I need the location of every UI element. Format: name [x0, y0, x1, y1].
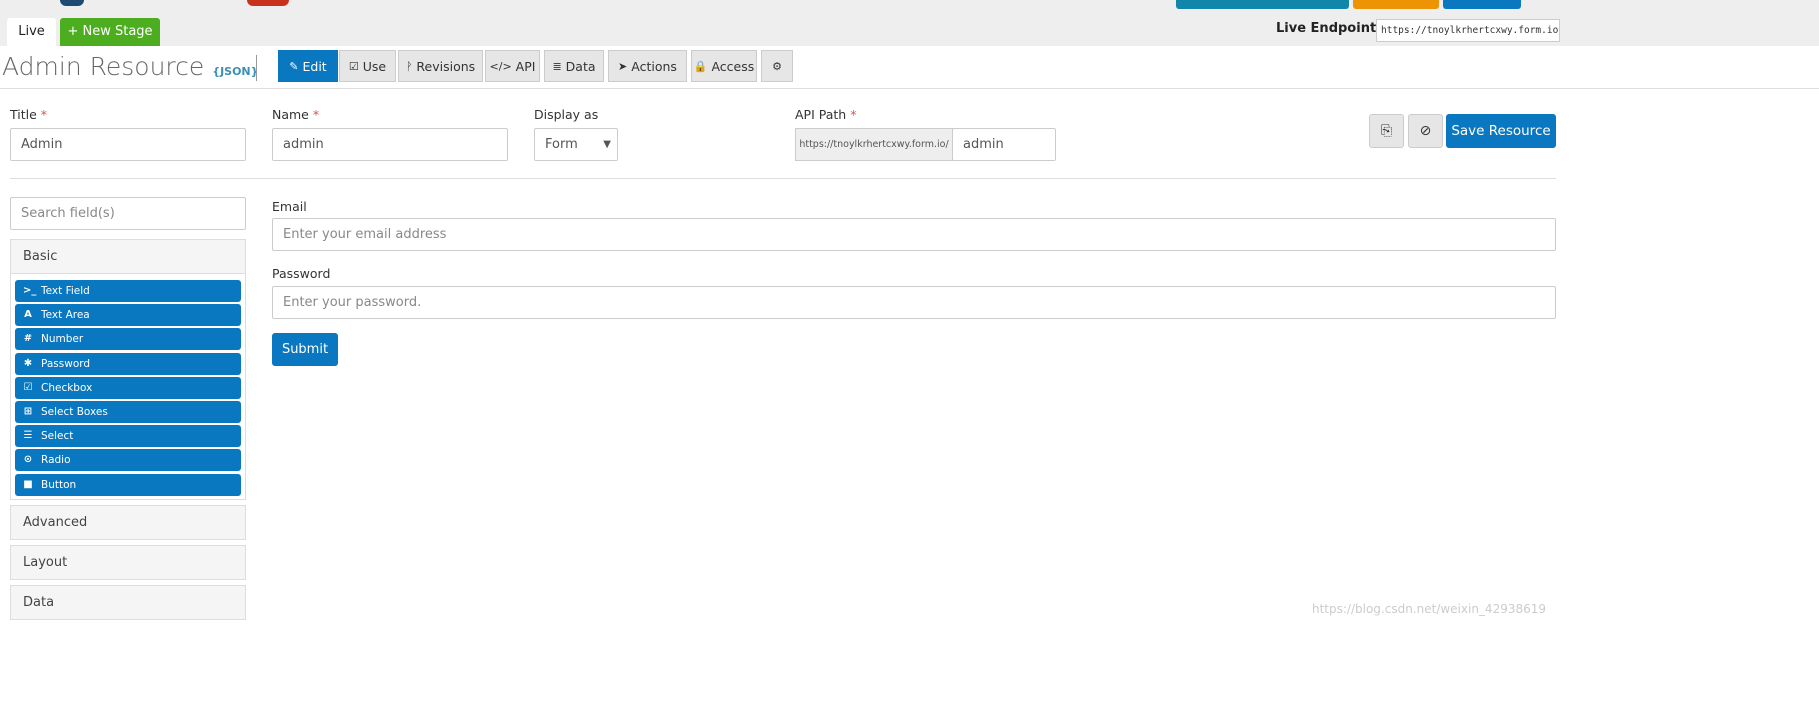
title-input[interactable]: Admin — [10, 128, 246, 161]
tab-use[interactable]: ☑ Use — [339, 50, 396, 82]
tab-actions[interactable]: ➤ Actions — [608, 50, 687, 82]
stage-tab-live[interactable]: Live — [7, 18, 56, 46]
component-label: Button — [41, 478, 77, 491]
top-button-fragment[interactable] — [1353, 0, 1439, 9]
code-icon: </> — [489, 59, 512, 73]
watermark: https://blog.csdn.net/weixin_42938619 — [1312, 602, 1547, 616]
component-label: Radio — [41, 454, 71, 467]
tab-settings[interactable]: ⚙ — [761, 50, 793, 82]
api-path-input[interactable]: admin — [952, 128, 1056, 161]
tab-label: Use — [362, 58, 387, 74]
component-label: Number — [41, 333, 84, 346]
project-badge-fragment — [247, 0, 289, 6]
ban-icon: ⊘ — [1419, 123, 1432, 139]
tab-access[interactable]: 🔒 Access — [691, 50, 757, 82]
password-label: Password — [272, 266, 331, 281]
copy-icon: ⎘ — [1380, 123, 1393, 139]
group-data[interactable]: Data — [10, 585, 246, 620]
page-title: Admin Resource {JSON} — [2, 52, 258, 81]
name-input[interactable]: admin — [272, 128, 508, 161]
email-input[interactable]: Enter your email address — [272, 218, 1556, 251]
check-square-icon: ☑ — [23, 381, 33, 393]
lock-icon: 🔒 — [693, 59, 708, 73]
component-text-field[interactable]: >_ Text Field — [15, 280, 241, 302]
component-label: Select — [41, 430, 74, 443]
json-link[interactable]: {JSON} — [212, 65, 258, 78]
submit-button[interactable]: Submit — [272, 333, 338, 366]
component-checkbox[interactable]: ☑ Checkbox — [15, 376, 241, 399]
chevron-down-icon: ▼ — [603, 139, 611, 150]
component-select[interactable]: ☰ Select — [15, 425, 241, 448]
cancel-button[interactable]: ⊘ — [1408, 114, 1443, 148]
page-title-text: Admin Resource — [2, 52, 205, 81]
divider — [256, 55, 257, 81]
copy-button[interactable]: ⎘ — [1369, 114, 1404, 148]
tab-api[interactable]: </> API — [485, 50, 540, 82]
group-advanced[interactable]: Advanced — [10, 505, 246, 540]
api-path-label: API Path * — [795, 107, 857, 122]
edit-icon: ✎ — [289, 59, 299, 73]
component-label: Select Boxes — [41, 406, 108, 418]
database-icon: ≣ — [552, 59, 562, 73]
email-label: Email — [272, 199, 307, 214]
search-fields-input[interactable]: Search field(s) — [10, 197, 246, 230]
top-button-fragment[interactable] — [1443, 0, 1521, 9]
tab-label: Data — [565, 58, 596, 74]
logo-fragment — [60, 0, 84, 6]
branch-icon: ᚹ — [405, 59, 413, 73]
tab-label: Edit — [302, 58, 327, 74]
gear-icon: ⚙ — [772, 59, 782, 73]
name-label: Name * — [272, 107, 320, 122]
component-select-boxes[interactable]: ⊞ Select Boxes — [15, 401, 241, 423]
tab-label: Actions — [631, 58, 677, 74]
dot-circle-icon: ⊙ — [23, 454, 33, 466]
component-radio[interactable]: ⊙ Radio — [15, 449, 241, 472]
divider — [0, 88, 1819, 89]
display-as-label: Display as — [534, 107, 599, 122]
font-icon: A — [24, 309, 32, 321]
group-layout[interactable]: Layout — [10, 545, 246, 580]
stop-icon: ■ — [23, 478, 33, 490]
top-button-fragment[interactable] — [1176, 0, 1349, 9]
tab-label: Revisions — [416, 58, 476, 74]
title-label: Title * — [10, 107, 48, 122]
asterisk-icon: ✱ — [23, 357, 33, 369]
component-password[interactable]: ✱ Password — [15, 352, 241, 375]
live-endpoint-label: Live Endpoint: — [1276, 21, 1382, 36]
component-button[interactable]: ■ Button — [15, 473, 241, 496]
group-basic[interactable]: Basic — [10, 239, 246, 274]
hashtag-icon: # — [23, 333, 33, 345]
password-input[interactable]: Enter your password. — [272, 286, 1556, 319]
component-label: Text Area — [41, 309, 90, 322]
list-icon: ☰ — [23, 430, 33, 442]
display-as-select[interactable]: Form ▼ — [534, 128, 618, 161]
component-label: Password — [41, 357, 91, 370]
plus-square-icon: ⊞ — [23, 406, 33, 417]
component-label: Text Field — [41, 285, 90, 297]
component-number[interactable]: # Number — [15, 328, 241, 351]
tab-revisions[interactable]: ᚹ Revisions — [398, 50, 483, 82]
tab-data[interactable]: ≣ Data — [544, 50, 604, 82]
component-label: Checkbox — [41, 381, 93, 394]
save-resource-button[interactable]: Save Resource — [1446, 114, 1556, 148]
check-square-icon: ☑ — [348, 59, 359, 73]
terminal-icon: >_ — [23, 285, 37, 296]
paper-plane-icon: ➤ — [618, 59, 628, 73]
component-text-area[interactable]: A Text Area — [15, 304, 241, 327]
tab-label: API — [515, 58, 536, 74]
api-path-prefix: https://tnoylkrhertcxwy.form.io/ — [795, 128, 953, 161]
tab-edit[interactable]: ✎ Edit — [278, 50, 338, 82]
live-endpoint-field[interactable]: https://tnoylkrhertcxwy.form.io — [1376, 19, 1560, 42]
divider — [10, 178, 1556, 179]
tab-label: Access — [711, 58, 755, 74]
new-stage-button[interactable]: + New Stage — [60, 18, 160, 46]
